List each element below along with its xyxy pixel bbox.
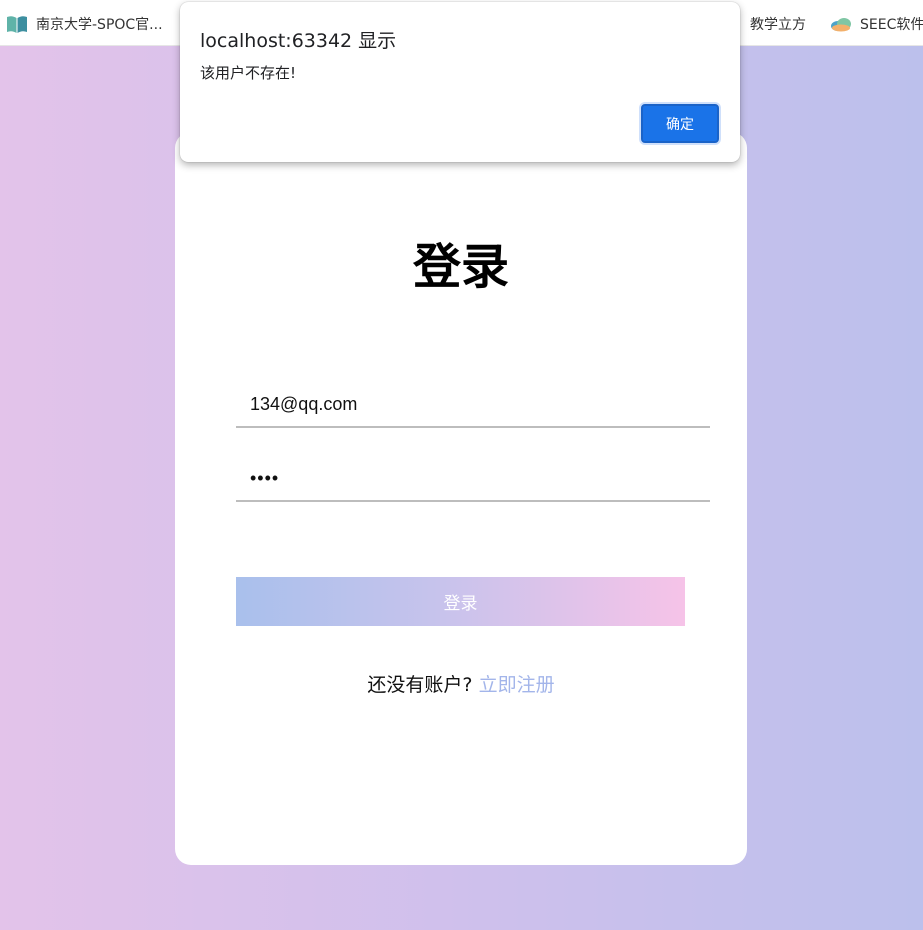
- password-field[interactable]: ••••: [236, 456, 710, 502]
- ok-button[interactable]: 确定: [641, 104, 719, 143]
- bookmark-teaching-cube[interactable]: 教学立方: [750, 14, 806, 34]
- login-button[interactable]: 登录: [236, 577, 685, 626]
- bookmark-seec[interactable]: SEEC软件: [830, 14, 923, 34]
- register-prompt: 还没有账户?: [367, 674, 473, 696]
- email-field[interactable]: 134@qq.com: [236, 382, 710, 428]
- dialog-title: localhost:63342 显示: [200, 30, 397, 52]
- bookmark-label: SEEC软件: [860, 17, 923, 33]
- register-prompt-line: 还没有账户? 立即注册: [175, 670, 747, 697]
- dialog-message: 该用户不存在!: [200, 64, 297, 82]
- cloud-icon: [830, 16, 852, 32]
- bookmark-spoc[interactable]: 南京大学-SPOC官...: [6, 14, 163, 34]
- page-title: 登录: [412, 239, 509, 295]
- book-icon: [6, 14, 28, 34]
- bookmark-label: 教学立方: [750, 17, 806, 33]
- bookmark-label: 南京大学-SPOC官...: [36, 17, 163, 33]
- login-card: 登录 134@qq.com •••• 登录 还没有账户? 立即注册: [175, 132, 747, 865]
- register-link[interactable]: 立即注册: [479, 674, 555, 696]
- alert-dialog: localhost:63342 显示 该用户不存在! 确定: [180, 2, 740, 162]
